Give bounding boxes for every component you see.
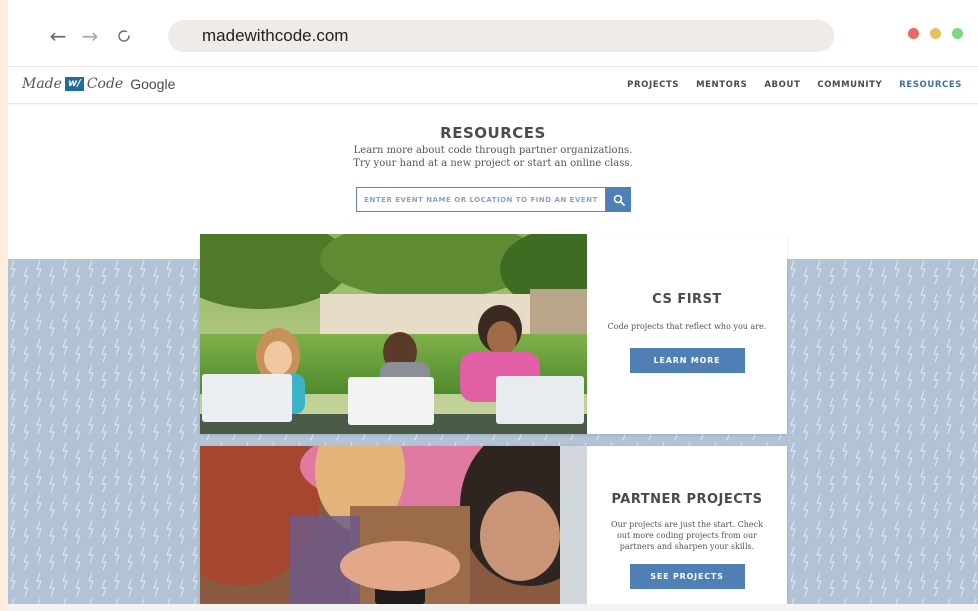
menu-mentors[interactable]: MENTORS	[696, 80, 747, 90]
page-bottom-strip	[8, 604, 978, 611]
address-bar[interactable]: madewithcode.com	[168, 20, 834, 52]
logo-code: Code	[86, 76, 124, 92]
search-icon	[613, 194, 625, 206]
menu-resources[interactable]: RESOURCES	[899, 80, 962, 90]
cs-first-photo	[200, 234, 587, 434]
site-header: Made w/ Code Google PROJECTS MENTORS ABO…	[8, 66, 978, 104]
partner-projects-title: PARTNER PROJECTS	[611, 492, 763, 507]
browser-toolbar: ← → madewithcode.com	[8, 0, 978, 66]
close-window-dot[interactable]	[908, 28, 919, 39]
reload-icon[interactable]	[110, 22, 138, 50]
reload-icon-glyph	[118, 30, 130, 42]
cs-first-card: CS FIRST Code projects that reflect who …	[200, 234, 787, 434]
partner-projects-description: Our projects are just the start. Check o…	[611, 520, 763, 551]
maximize-window-dot[interactable]	[952, 28, 963, 39]
menu-projects[interactable]: PROJECTS	[627, 80, 679, 90]
partner-projects-photo	[200, 446, 587, 604]
back-arrow-icon[interactable]: ←	[44, 22, 72, 50]
page-title: RESOURCES	[440, 124, 546, 142]
main-menu: PROJECTS MENTORS ABOUT COMMUNITY RESOURC…	[627, 80, 962, 90]
logo-with: w/	[64, 77, 84, 91]
see-projects-button[interactable]: SEE PROJECTS	[629, 564, 745, 589]
logo-google: Google	[130, 76, 176, 92]
page-subtitle: Learn more about code through partner or…	[8, 144, 978, 170]
menu-about[interactable]: ABOUT	[764, 80, 800, 90]
partner-projects-content: PARTNER PROJECTS Our projects are just t…	[587, 446, 787, 604]
madewithcode-logo[interactable]: Made w/ Code Google	[22, 76, 175, 92]
search-button[interactable]	[606, 187, 631, 212]
window-controls	[908, 28, 963, 39]
event-search-input[interactable]: ENTER EVENT NAME OR LOCATION TO FIND AN …	[356, 187, 606, 212]
cs-first-description: Code projects that reflect who you are.	[607, 322, 767, 331]
subtitle-line-1: Learn more about code through partner or…	[353, 145, 633, 156]
menu-community[interactable]: COMMUNITY	[817, 80, 882, 90]
subtitle-line-2: Try your hand at a new project or start …	[353, 158, 633, 169]
browser-window: ← → madewithcode.com Made w/ Code Google…	[8, 0, 978, 611]
cs-first-content: CS FIRST Code projects that reflect who …	[587, 234, 787, 434]
minimize-window-dot[interactable]	[930, 28, 941, 39]
event-search: ENTER EVENT NAME OR LOCATION TO FIND AN …	[356, 187, 631, 212]
forward-arrow-icon[interactable]: →	[76, 22, 104, 50]
learn-more-button[interactable]: LEARN MORE	[629, 348, 745, 373]
cs-first-title: CS FIRST	[652, 292, 722, 307]
logo-made: Made	[22, 76, 62, 92]
kids-with-laptops-photo	[200, 234, 587, 434]
partner-projects-card: PARTNER PROJECTS Our projects are just t…	[200, 446, 787, 604]
url-text: madewithcode.com	[202, 26, 349, 45]
girls-with-phone-photo	[200, 446, 587, 604]
